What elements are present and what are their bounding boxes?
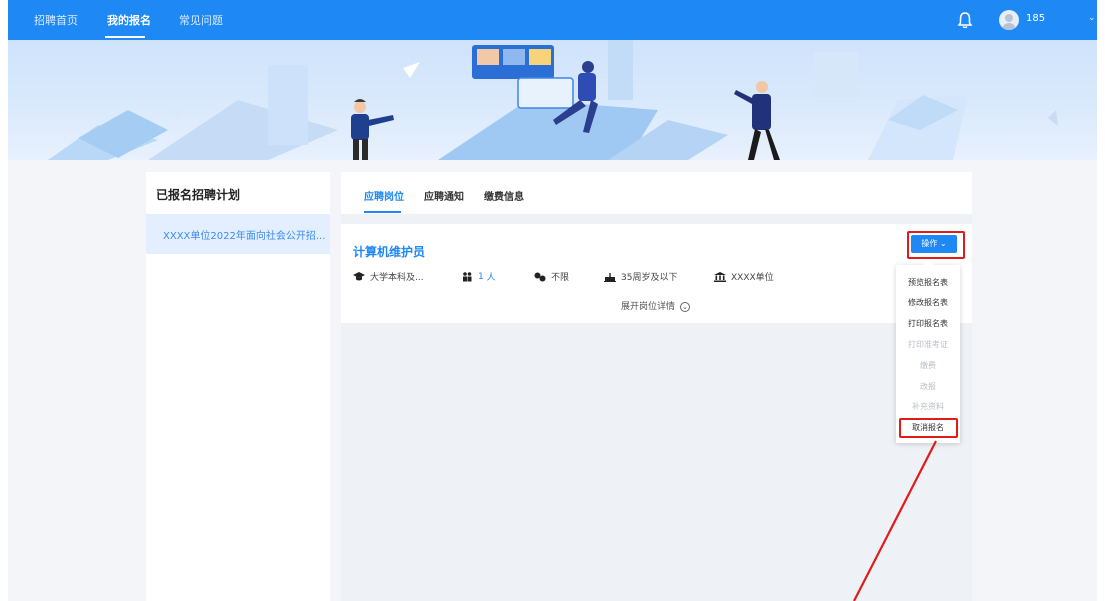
chevron-circle-down-icon: ⌄: [679, 301, 690, 312]
chevron-down-icon[interactable]: ⌄: [1088, 13, 1096, 23]
sidebar-item-label: XXXX单位2022年面向社会公开招...: [163, 231, 326, 242]
menu-item-edit-form[interactable]: 修改报名表: [896, 297, 960, 308]
unit-text: XXXX单位: [731, 273, 774, 283]
expand-details[interactable]: 展开岗位详情 ⌄: [621, 299, 690, 312]
tabs-bar: 应聘岗位 应聘通知 缴费信息: [341, 172, 972, 214]
gender-icon: [534, 272, 546, 281]
page: 招聘首页 我的报名 常见问题 185 ⌄ 已报名招聘计划 XXXX单位2022年…: [8, 0, 1097, 601]
job-gender: 不限: [534, 270, 569, 283]
avatar-body: [1002, 23, 1016, 30]
tab-active-indicator: [364, 211, 401, 213]
menu-item-cancel-registration[interactable]: 取消报名: [896, 422, 960, 433]
sidebar-item-plan[interactable]: XXXX单位2022年面向社会公开招...: [146, 214, 330, 254]
job-headcount: 1 人: [461, 270, 496, 283]
menu-item-print-admission: 打印准考证: [908, 340, 948, 349]
nav-active-indicator: [105, 36, 145, 38]
menu-item-payment: 缴费: [920, 361, 936, 370]
bell-icon[interactable]: [957, 11, 973, 29]
graduation-cap-icon: [353, 271, 365, 280]
registered-plans-panel: 已报名招聘计划 XXXX单位2022年面向社会公开招...: [146, 172, 330, 601]
cake-icon: [604, 272, 616, 282]
menu-item-supplement: 补充资料: [912, 402, 944, 411]
actions-button-label: 操作: [921, 239, 938, 248]
job-education: 大学本科及...: [353, 270, 424, 283]
nav-faq[interactable]: 常见问题: [179, 12, 223, 28]
username[interactable]: 185: [1026, 13, 1045, 24]
job-card: 计算机维护员 大学本科及... 1 人 不限 35周岁及以下 XXXX单位 展开…: [341, 224, 972, 323]
main-content: 应聘岗位 应聘通知 缴费信息 计算机维护员 大学本科及... 1 人 不限 35…: [341, 172, 972, 601]
job-title: 计算机维护员: [353, 245, 426, 259]
top-nav: 招聘首页 我的报名 常见问题 185 ⌄: [8, 0, 1097, 40]
expand-label: 展开岗位详情: [621, 302, 676, 312]
nav-my-registration[interactable]: 我的报名: [107, 12, 151, 28]
job-age: 35周岁及以下: [604, 270, 677, 283]
banner-illustration: [48, 40, 1058, 160]
tab-notices[interactable]: 应聘通知: [424, 188, 464, 203]
actions-button[interactable]: 操作 ⌄: [911, 235, 957, 253]
gender-text: 不限: [551, 273, 570, 283]
people-icon: [463, 271, 472, 281]
tab-payment[interactable]: 缴费信息: [484, 188, 524, 203]
menu-caret: [924, 260, 934, 265]
age-text: 35周岁及以下: [621, 273, 678, 283]
headcount-unit: 人: [486, 273, 496, 283]
education-text: 大学本科及...: [370, 273, 424, 283]
registered-plans-title: 已报名招聘计划: [156, 188, 241, 202]
bank-icon: [714, 271, 726, 282]
tab-positions[interactable]: 应聘岗位: [364, 188, 404, 203]
job-unit: XXXX单位: [714, 270, 774, 283]
menu-item-print-form[interactable]: 打印报名表: [896, 318, 960, 329]
banner: [8, 40, 1097, 160]
menu-item-preview-form[interactable]: 预览报名表: [896, 277, 960, 288]
avatar-head: [1005, 14, 1013, 22]
actions-menu: 预览报名表 修改报名表 打印报名表 打印准考证 缴费 改报 补充资料 取消报名: [896, 260, 960, 443]
headcount-value: 1: [478, 271, 484, 282]
nav-home[interactable]: 招聘首页: [34, 12, 78, 28]
menu-item-change-application: 改报: [920, 382, 936, 391]
chevron-down-icon: ⌄: [939, 239, 947, 248]
avatar[interactable]: [999, 10, 1019, 30]
